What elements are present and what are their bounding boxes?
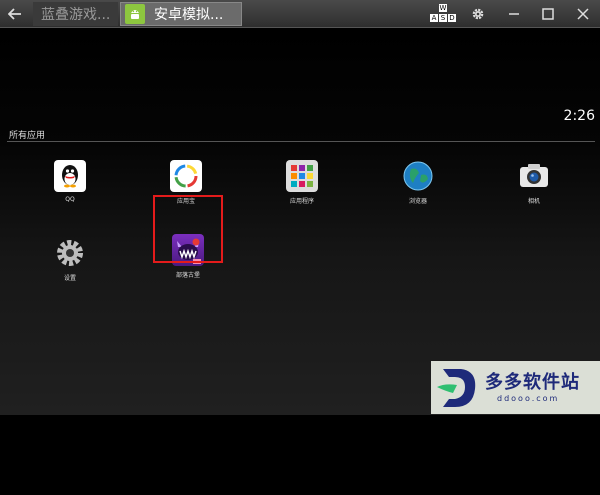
app-browser[interactable]: 浏览器 xyxy=(388,160,448,205)
minimize-icon[interactable] xyxy=(499,0,529,27)
close-icon[interactable] xyxy=(568,0,598,27)
tab-label: 安卓模拟... xyxy=(154,7,224,23)
app-all-apps[interactable]: 应用程序 xyxy=(272,160,332,205)
camera-icon xyxy=(518,160,550,192)
tab-android-emulator[interactable]: 安卓模拟... xyxy=(120,2,242,26)
app-label: 应用程序 xyxy=(289,198,314,205)
watermark-url: ddooo.com xyxy=(497,394,560,403)
app-label: 设置 xyxy=(63,275,76,282)
maximize-icon[interactable] xyxy=(533,0,563,27)
bottom-bar xyxy=(0,415,600,495)
keymap-button[interactable]: W A S D xyxy=(430,4,457,24)
android-home-screen: 2:26 所有应用 QQ 应用宝 应用程序 浏览器 相机 设置 部落古堡 xyxy=(0,28,600,415)
app-label: 部落古堡 xyxy=(175,272,200,279)
back-arrow-icon[interactable] xyxy=(0,0,30,27)
app-label: 相机 xyxy=(527,198,540,205)
app-settings[interactable]: 设置 xyxy=(40,237,100,282)
apps-grid-icon xyxy=(286,160,318,192)
qq-icon xyxy=(54,160,86,192)
browser-globe-icon xyxy=(402,160,434,192)
key-d: D xyxy=(448,14,456,22)
settings-gear-icon xyxy=(54,237,86,269)
watermark-brand: 多多软件站 xyxy=(485,372,580,393)
android-icon xyxy=(125,4,145,24)
section-divider xyxy=(7,141,595,142)
status-clock: 2:26 xyxy=(563,108,595,124)
highlight-box xyxy=(153,195,223,263)
app-store-icon xyxy=(170,160,202,192)
watermark-logo-icon xyxy=(435,365,481,415)
app-qq[interactable]: QQ xyxy=(40,160,100,203)
title-bar: 蓝叠游戏... 安卓模拟... W A S D xyxy=(0,0,600,28)
all-apps-label: 所有应用 xyxy=(9,131,46,141)
app-label: QQ xyxy=(65,196,75,203)
key-s: S xyxy=(439,14,447,22)
key-a: A xyxy=(430,14,438,22)
settings-gear-icon[interactable] xyxy=(463,0,493,27)
app-label: 浏览器 xyxy=(408,198,427,205)
watermark: 多多软件站 ddooo.com xyxy=(431,361,600,414)
tab-label: 蓝叠游戏... xyxy=(41,7,111,23)
tab-bluestacks-games[interactable]: 蓝叠游戏... xyxy=(33,2,118,26)
app-camera[interactable]: 相机 xyxy=(504,160,564,205)
key-w: W xyxy=(439,4,447,12)
